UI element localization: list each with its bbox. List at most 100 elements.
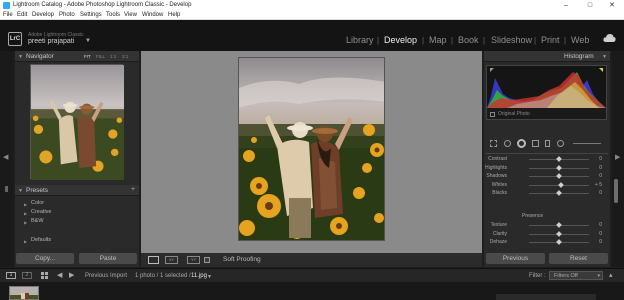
- presence-clarity-row[interactable]: Clarity 0: [487, 231, 605, 238]
- slider-knob[interactable]: [557, 181, 564, 188]
- presets-header[interactable]: ▼ Presets +: [15, 185, 139, 196]
- before-after-split-icon[interactable]: YY: [187, 256, 200, 264]
- menu-settings[interactable]: Settings: [80, 12, 102, 18]
- user-dropdown-icon[interactable]: ▼: [85, 38, 91, 44]
- slider-value[interactable]: 0: [599, 239, 602, 245]
- radial-filter-icon[interactable]: [557, 140, 564, 147]
- slider-value[interactable]: 0: [599, 222, 602, 228]
- expand-triangle-icon[interactable]: ▶: [24, 220, 27, 225]
- module-map[interactable]: Map: [429, 35, 447, 45]
- slider-value[interactable]: 0: [599, 190, 602, 196]
- filter-dropdown[interactable]: Filters Off ▾: [549, 271, 603, 280]
- basic-highlights-row[interactable]: Highlights 0: [485, 164, 605, 172]
- module-slideshow[interactable]: Slideshow: [491, 35, 532, 45]
- preset-group-bw[interactable]: B&W: [31, 218, 44, 224]
- menu-photo[interactable]: Photo: [59, 12, 75, 18]
- grid-view-icon[interactable]: [40, 271, 50, 280]
- previous-arrow-icon[interactable]: ◀: [57, 271, 62, 279]
- preset-group-defaults[interactable]: Defaults: [31, 237, 51, 243]
- soft-proofing-checkbox[interactable]: [204, 257, 210, 263]
- spot-removal-icon[interactable]: [504, 140, 511, 147]
- zoom-fit[interactable]: FIT: [84, 54, 91, 59]
- slider-knob[interactable]: [556, 164, 562, 171]
- preset-group-creative[interactable]: Creative: [31, 209, 51, 215]
- highlight-clipping-icon[interactable]: [599, 68, 603, 72]
- collapse-triangle-icon[interactable]: ▼: [18, 188, 23, 194]
- right-scrollbar[interactable]: [614, 179, 618, 203]
- expand-triangle-icon[interactable]: ▶: [24, 239, 27, 244]
- slider-knob[interactable]: [556, 230, 562, 237]
- module-library[interactable]: Library: [346, 35, 374, 45]
- menu-view[interactable]: View: [124, 12, 137, 18]
- module-web[interactable]: Web: [571, 35, 589, 45]
- slider-value[interactable]: 0: [599, 231, 602, 237]
- left-scrollbar[interactable]: [5, 186, 8, 192]
- before-after-icon[interactable]: XY: [165, 256, 178, 264]
- menu-window[interactable]: Window: [142, 12, 163, 18]
- slider-knob[interactable]: [556, 239, 562, 245]
- module-book[interactable]: Book: [458, 35, 479, 45]
- menu-file[interactable]: File: [3, 12, 13, 18]
- basic-blacks-row[interactable]: Blacks 0: [487, 190, 605, 197]
- slider-value[interactable]: + 5: [595, 182, 602, 188]
- collapse-triangle-icon[interactable]: ▼: [18, 54, 23, 60]
- previous-button[interactable]: Previous: [486, 253, 545, 264]
- presence-dehaze-row[interactable]: Dehaze 0: [487, 239, 605, 246]
- module-print[interactable]: Print: [541, 35, 560, 45]
- menu-develop[interactable]: Develop: [32, 12, 54, 18]
- red-eye-icon[interactable]: [517, 139, 526, 148]
- navigator-header[interactable]: ▼ Navigator FIT FILL 1:1 3:1: [15, 51, 139, 62]
- zoom-3-1[interactable]: 3:1: [122, 54, 128, 59]
- slider-value[interactable]: 0: [599, 173, 602, 179]
- basic-contrast-row[interactable]: Contrast 0: [487, 156, 605, 163]
- menu-help[interactable]: Help: [168, 12, 180, 18]
- histogram[interactable]: Original Photo: [486, 65, 607, 120]
- filmstrip-toggle-icon[interactable]: ▴: [609, 271, 613, 279]
- cloud-sync-icon[interactable]: [603, 33, 616, 43]
- minimize-button[interactable]: –: [560, 1, 572, 10]
- secondary-window-button[interactable]: 2: [22, 272, 32, 279]
- zoom-1-1[interactable]: 1:1: [110, 54, 116, 59]
- main-window-button[interactable]: 1: [6, 272, 16, 279]
- preset-group-color[interactable]: Color: [31, 200, 44, 206]
- shadow-clipping-icon[interactable]: [490, 68, 494, 72]
- add-preset-icon[interactable]: +: [131, 186, 135, 193]
- navigator-preview[interactable]: [30, 64, 124, 180]
- loupe-view-icon[interactable]: [148, 256, 159, 264]
- graduated-filter-icon[interactable]: [545, 140, 550, 147]
- copy-settings-button[interactable]: Copy...: [16, 253, 74, 264]
- masking-icon[interactable]: [532, 140, 539, 147]
- next-arrow-icon[interactable]: ▶: [69, 271, 74, 279]
- reset-button[interactable]: Reset: [549, 253, 608, 264]
- close-button[interactable]: ✕: [606, 1, 618, 10]
- user-name[interactable]: preeti prajapati: [28, 38, 74, 45]
- histogram-header[interactable]: Histogram ▼: [484, 51, 610, 62]
- right-panel-toggle-strip[interactable]: ▶: [612, 51, 624, 267]
- menu-edit[interactable]: Edit: [17, 12, 27, 18]
- module-develop[interactable]: Develop: [384, 35, 417, 45]
- main-photo[interactable]: [238, 57, 385, 241]
- slider-knob[interactable]: [556, 190, 562, 196]
- filename-dropdown-icon[interactable]: ▼: [207, 274, 212, 280]
- paste-settings-button[interactable]: Paste: [79, 253, 137, 264]
- expand-triangle-icon[interactable]: ▶: [24, 202, 27, 207]
- left-panel-collapse-icon[interactable]: ◀: [3, 153, 8, 161]
- expand-triangle-icon[interactable]: ▶: [24, 211, 27, 216]
- slider-knob[interactable]: [556, 156, 562, 162]
- slider-knob[interactable]: [556, 222, 562, 228]
- slider-value[interactable]: 0: [599, 156, 602, 162]
- previous-import-source[interactable]: Previous Import: [85, 273, 127, 279]
- right-panel-collapse-icon[interactable]: ▶: [615, 153, 620, 161]
- basic-whites-row[interactable]: Whites + 5: [487, 182, 605, 189]
- presence-texture-row[interactable]: Texture 0: [487, 222, 605, 229]
- maximize-button[interactable]: □: [584, 1, 596, 10]
- slider-value[interactable]: 0: [599, 165, 602, 171]
- menu-tools[interactable]: Tools: [106, 12, 120, 18]
- basic-shadows-row[interactable]: Shadows 0: [486, 173, 605, 180]
- original-photo-checkbox[interactable]: [490, 112, 495, 117]
- filmstrip-thumbnail[interactable]: [9, 286, 39, 300]
- filename-label[interactable]: 11.jpg: [191, 273, 207, 279]
- crop-tool-icon[interactable]: [490, 140, 497, 147]
- slider-knob[interactable]: [556, 173, 562, 179]
- left-panel-toggle-strip[interactable]: ◀: [0, 51, 13, 267]
